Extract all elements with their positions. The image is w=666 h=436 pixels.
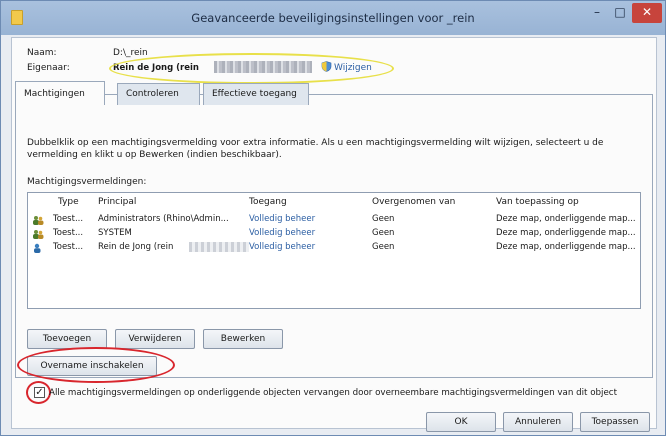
row-inherited: Geen (372, 242, 395, 252)
tab-permissions[interactable]: Machtigingen (15, 81, 105, 105)
row-inherited: Geen (372, 228, 395, 238)
row-type: Toest... (53, 214, 84, 224)
column-access[interactable]: Toegang (249, 197, 287, 207)
apply-button[interactable]: Toepassen (580, 412, 650, 432)
column-applies-to[interactable]: Van toepassing op (496, 197, 579, 207)
row-applies: Deze map, onderliggende map... (496, 228, 636, 238)
owner-label: Eigenaar: (27, 63, 70, 73)
row-principal: SYSTEM (98, 228, 132, 238)
enable-inheritance-button[interactable]: Overname inschakelen (27, 356, 157, 376)
ok-button[interactable]: OK (426, 412, 496, 432)
security-settings-window: Geavanceerde beveiligingsinstellingen vo… (0, 0, 666, 436)
row-access: Volledig beheer (249, 228, 316, 238)
maximize-button[interactable]: □ (609, 3, 631, 23)
users-group-icon (32, 215, 44, 225)
minimize-button[interactable]: – (586, 3, 608, 23)
permission-entries-label: Machtigingsvermeldingen: (27, 177, 147, 187)
shield-icon (321, 61, 332, 72)
replace-permissions-checkbox[interactable]: ✓ (34, 387, 45, 398)
remove-button[interactable]: Verwijderen (115, 329, 195, 349)
owner-value: Rein de Jong (rein (113, 63, 199, 73)
table-row[interactable]: Toest... Rein de Jong (rein Volledig beh… (29, 242, 639, 254)
add-button[interactable]: Toevoegen (27, 329, 107, 349)
row-applies: Deze map, onderliggende map... (496, 214, 636, 224)
change-owner-link[interactable]: Wijzigen (334, 63, 372, 73)
edit-button[interactable]: Bewerken (203, 329, 283, 349)
tab-auditing[interactable]: Controleren (117, 83, 200, 105)
users-group-icon (32, 229, 44, 239)
table-row[interactable]: Toest... Administrators (Rhino\Admin... … (29, 214, 639, 226)
close-button[interactable]: ✕ (632, 3, 662, 23)
principal-blurred-region (189, 242, 249, 252)
row-principal: Administrators (Rhino\Admin... (98, 214, 229, 224)
column-type[interactable]: Type (58, 197, 79, 207)
window-title: Geavanceerde beveiligingsinstellingen vo… (191, 11, 475, 25)
row-type: Toest... (53, 228, 84, 238)
name-label: Naam: (27, 48, 57, 58)
row-inherited: Geen (372, 214, 395, 224)
title-bar[interactable]: Geavanceerde beveiligingsinstellingen vo… (1, 1, 665, 35)
row-applies: Deze map, onderliggende map... (496, 242, 636, 252)
row-access: Volledig beheer (249, 214, 316, 224)
cancel-button[interactable]: Annuleren (503, 412, 573, 432)
name-value: D:\_rein (113, 48, 148, 58)
row-type: Toest... (53, 242, 84, 252)
row-access: Volledig beheer (249, 242, 316, 252)
tab-effective-access[interactable]: Effectieve toegang (203, 83, 309, 105)
user-icon (32, 243, 44, 253)
row-principal: Rein de Jong (rein (98, 242, 174, 252)
owner-blurred-region (214, 61, 312, 73)
instructions-text: Dubbelklik op een machtigingsvermelding … (27, 138, 604, 160)
column-inherited-from[interactable]: Overgenomen van (372, 197, 455, 207)
table-row[interactable]: Toest... SYSTEM Volledig beheer Geen Dez… (29, 228, 639, 240)
column-principal[interactable]: Principal (98, 197, 136, 207)
replace-permissions-label[interactable]: Alle machtigingsvermeldingen op onderlig… (49, 388, 617, 398)
